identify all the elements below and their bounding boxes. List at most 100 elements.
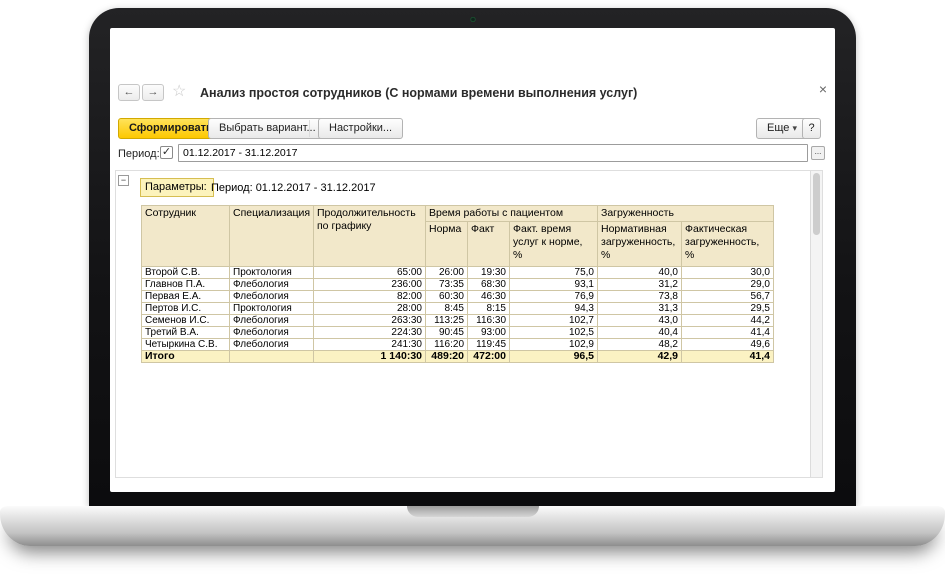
- cell-fact-load[interactable]: 30,0: [682, 267, 774, 279]
- total-fact-load[interactable]: 41,4: [682, 351, 774, 363]
- back-button[interactable]: ←: [118, 84, 140, 101]
- cell-duration[interactable]: 65:00: [314, 267, 426, 279]
- cell-fact-load[interactable]: 49,6: [682, 339, 774, 351]
- period-checkbox[interactable]: ✓: [160, 146, 173, 159]
- laptop-screen: ← → ☆ Анализ простоя сотрудников (С норм…: [110, 28, 835, 492]
- cell-norm[interactable]: 26:00: [426, 267, 468, 279]
- more-button-label: Еще: [767, 122, 789, 134]
- params-period-text: Период: 01.12.2017 - 31.12.2017: [211, 182, 376, 194]
- total-fact[interactable]: 472:00: [468, 351, 510, 363]
- cell-fact-to-norm[interactable]: 102,9: [510, 339, 598, 351]
- cell-duration[interactable]: 82:00: [314, 291, 426, 303]
- col-header-duration: Продолжительность по графику: [314, 206, 426, 267]
- table-row: Семенов И.С. Флебология 263:30 113:25 11…: [142, 315, 774, 327]
- cell-norm-load[interactable]: 43,0: [598, 315, 682, 327]
- close-icon[interactable]: ×: [815, 81, 831, 97]
- cell-employee[interactable]: Второй С.В.: [142, 267, 230, 279]
- cell-employee[interactable]: Четыркина С.В.: [142, 339, 230, 351]
- window-title: Анализ простоя сотрудников (С нормами вр…: [200, 86, 637, 100]
- cell-duration[interactable]: 241:30: [314, 339, 426, 351]
- cell-fact[interactable]: 8:15: [468, 303, 510, 315]
- cell-fact[interactable]: 19:30: [468, 267, 510, 279]
- cell-duration[interactable]: 224:30: [314, 327, 426, 339]
- collapse-group-button[interactable]: −: [118, 175, 129, 186]
- table-row: Главнов П.А. Флебология 236:00 73:35 68:…: [142, 279, 774, 291]
- settings-button[interactable]: Настройки...: [318, 118, 403, 139]
- cell-duration[interactable]: 28:00: [314, 303, 426, 315]
- laptop-frame: ← → ☆ Анализ простоя сотрудников (С норм…: [89, 8, 856, 506]
- cell-fact[interactable]: 93:00: [468, 327, 510, 339]
- chevron-down-icon: ▾: [792, 123, 797, 133]
- period-ellipsis-button[interactable]: ...: [811, 146, 825, 160]
- cell-norm[interactable]: 60:30: [426, 291, 468, 303]
- cell-norm-load[interactable]: 40,4: [598, 327, 682, 339]
- cell-fact-to-norm[interactable]: 75,0: [510, 267, 598, 279]
- cell-specialization[interactable]: Проктология: [230, 303, 314, 315]
- report-table: Сотрудник Специализация Продолжительност…: [141, 205, 774, 363]
- cell-norm-load[interactable]: 40,0: [598, 267, 682, 279]
- total-fact-to-norm[interactable]: 96,5: [510, 351, 598, 363]
- cell-fact-to-norm[interactable]: 76,9: [510, 291, 598, 303]
- cell-norm[interactable]: 113:25: [426, 315, 468, 327]
- cell-specialization[interactable]: Проктология: [230, 267, 314, 279]
- cell-fact-load[interactable]: 29,0: [682, 279, 774, 291]
- cell-fact-to-norm[interactable]: 102,5: [510, 327, 598, 339]
- cell-specialization[interactable]: Флебология: [230, 315, 314, 327]
- cell-fact-load[interactable]: 44,2: [682, 315, 774, 327]
- total-duration[interactable]: 1 140:30: [314, 351, 426, 363]
- cell-norm[interactable]: 90:45: [426, 327, 468, 339]
- scrollbar-thumb[interactable]: [813, 173, 820, 235]
- col-header-norm: Норма: [426, 222, 468, 267]
- cell-duration[interactable]: 263:30: [314, 315, 426, 327]
- total-label[interactable]: Итого: [142, 351, 230, 363]
- cell-fact-load[interactable]: 56,7: [682, 291, 774, 303]
- cell-employee[interactable]: Семенов И.С.: [142, 315, 230, 327]
- cell-employee[interactable]: Первая Е.А.: [142, 291, 230, 303]
- cell-employee[interactable]: Главнов П.А.: [142, 279, 230, 291]
- cell-specialization[interactable]: Флебология: [230, 339, 314, 351]
- favorite-star-icon[interactable]: ☆: [172, 81, 186, 101]
- cell-norm-load[interactable]: 48,2: [598, 339, 682, 351]
- col-header-load-group: Загруженность: [598, 206, 774, 222]
- cell-fact-to-norm[interactable]: 94,3: [510, 303, 598, 315]
- cell-fact[interactable]: 116:30: [468, 315, 510, 327]
- cell-fact[interactable]: 46:30: [468, 291, 510, 303]
- table-row: Четыркина С.В. Флебология 241:30 116:20 …: [142, 339, 774, 351]
- total-norm[interactable]: 489:20: [426, 351, 468, 363]
- total-row: Итого 1 140:30 489:20 472:00 96,5 42,9 4…: [142, 351, 774, 363]
- cell-norm-load[interactable]: 73,8: [598, 291, 682, 303]
- cell-norm-load[interactable]: 31,3: [598, 303, 682, 315]
- cell-norm[interactable]: 73:35: [426, 279, 468, 291]
- toolbar-separator: [309, 120, 310, 137]
- cell-employee[interactable]: Третий В.А.: [142, 327, 230, 339]
- cell-employee[interactable]: Пертов И.С.: [142, 303, 230, 315]
- help-button[interactable]: ?: [802, 118, 821, 139]
- table-row: Пертов И.С. Проктология 28:00 8:45 8:15 …: [142, 303, 774, 315]
- col-header-fact: Факт: [468, 222, 510, 267]
- cell-fact[interactable]: 119:45: [468, 339, 510, 351]
- vertical-scrollbar[interactable]: [810, 171, 822, 477]
- col-header-norm-load: Нормативная загруженность, %: [598, 222, 682, 267]
- forward-button[interactable]: →: [142, 84, 164, 101]
- cell-norm[interactable]: 116:20: [426, 339, 468, 351]
- cell-fact-load[interactable]: 41,4: [682, 327, 774, 339]
- cell-specialization[interactable]: Флебология: [230, 327, 314, 339]
- cell-duration[interactable]: 236:00: [314, 279, 426, 291]
- total-norm-load[interactable]: 42,9: [598, 351, 682, 363]
- cell-fact-load[interactable]: 29,5: [682, 303, 774, 315]
- period-label: Период:: [118, 148, 160, 160]
- cell-norm[interactable]: 8:45: [426, 303, 468, 315]
- laptop-lid-notch: [407, 506, 539, 517]
- more-button[interactable]: Еще ▾: [756, 118, 808, 139]
- cell-fact[interactable]: 68:30: [468, 279, 510, 291]
- table-row: Второй С.В. Проктология 65:00 26:00 19:3…: [142, 267, 774, 279]
- period-input[interactable]: [178, 144, 808, 162]
- cell-fact-to-norm[interactable]: 93,1: [510, 279, 598, 291]
- params-cell[interactable]: Параметры:: [140, 178, 214, 197]
- cell-specialization[interactable]: Флебология: [230, 291, 314, 303]
- col-header-fact-load: Фактическая загруженность, %: [682, 222, 774, 267]
- cell-fact-to-norm[interactable]: 102,7: [510, 315, 598, 327]
- cell-specialization[interactable]: Флебология: [230, 279, 314, 291]
- laptop-base: [0, 506, 945, 546]
- cell-norm-load[interactable]: 31,2: [598, 279, 682, 291]
